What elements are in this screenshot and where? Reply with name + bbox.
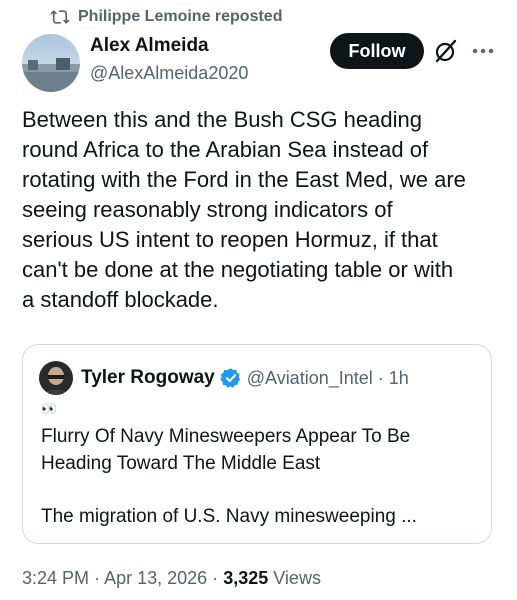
repost-indicator[interactable]: Philippe Lemoine reposted [50,6,282,28]
quote-title: Flurry Of Navy Minesweepers Appear To Be… [41,426,411,474]
author-handle[interactable]: @AlexAlmeida2020 [90,63,248,84]
quoted-tweet-card[interactable]: Tyler Rogoway @Aviation_Intel · 1h 👀 Flu… [22,344,492,544]
repost-icon [50,10,70,24]
more-icon[interactable] [470,38,496,64]
follow-button[interactable]: Follow [330,33,424,69]
meta-separator: · [94,568,101,588]
repost-label: Philippe Lemoine reposted [78,8,283,25]
grok-icon[interactable] [433,38,459,64]
verified-badge-icon [220,368,240,388]
tweet-meta: 3:24 PM · Apr 13, 2026 · 3,325 Views [22,568,321,589]
quote-header: Tyler Rogoway @Aviation_Intel · 1h [81,366,409,390]
quote-emoji: 👀 [41,401,59,416]
views-label: Views [273,568,321,588]
quote-time[interactable]: 1h [389,368,409,389]
views-count[interactable]: 3,325 [223,568,268,588]
tweet-time[interactable]: 3:24 PM [22,568,89,588]
author-name[interactable]: Alex Almeida [90,35,209,57]
quote-author-name[interactable]: Tyler Rogoway [81,367,215,389]
tweet-text: Between this and the Bush CSG heading ro… [22,107,466,312]
author-avatar[interactable] [22,34,80,92]
tweet-date[interactable]: Apr 13, 2026 [104,568,207,588]
quote-snippet: The migration of U.S. Navy minesweeping … [41,506,417,527]
quote-author-avatar[interactable] [39,361,73,395]
quote-author-handle[interactable]: @Aviation_Intel [247,368,373,389]
quote-separator: · [377,367,384,388]
meta-separator: · [212,568,219,588]
